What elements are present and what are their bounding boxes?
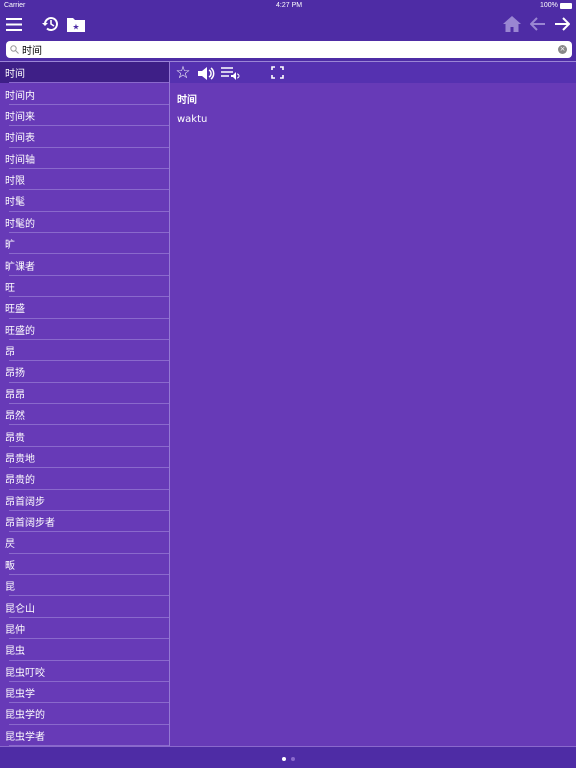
- top-bar: Carrier 4:27 PM 100% ★ 时间 ×: [0, 0, 576, 62]
- list-item[interactable]: 旺盛的: [0, 319, 169, 341]
- list-item[interactable]: 昂然: [0, 404, 169, 426]
- time: 4:27 PM: [276, 2, 303, 9]
- list-item[interactable]: 时间来: [0, 105, 169, 127]
- entry-content: 时间 waktu: [177, 91, 207, 133]
- search-icon: [10, 45, 19, 54]
- search-value: 时间: [22, 46, 42, 57]
- list-item[interactable]: 旺: [0, 276, 169, 298]
- back-arrow-icon[interactable]: [529, 15, 547, 33]
- entry-toolbar: ☆: [170, 62, 576, 83]
- list-item[interactable]: 昆仑山: [0, 596, 169, 619]
- page-dot-active[interactable]: [282, 757, 286, 761]
- clear-search-icon[interactable]: ×: [558, 45, 567, 54]
- list-item[interactable]: 昂扬: [0, 361, 169, 384]
- list-item[interactable]: 时髦的: [0, 212, 169, 234]
- history-icon[interactable]: [40, 14, 60, 34]
- word-list[interactable]: 时间 时间内 时间来 时间表 时间轴 时限 时髦 时髦的旷旷课者旺旺盛 旺盛的昂昂扬 昂昂 昂然 昂贵…: [0, 62, 169, 746]
- entry-translation: waktu: [177, 114, 208, 125]
- list-item[interactable]: 昂首阔步者: [0, 511, 169, 533]
- list-item[interactable]: 昆虫叮咬: [0, 661, 169, 683]
- list-item[interactable]: 时间轴: [0, 148, 169, 170]
- speak-list-icon[interactable]: [220, 64, 240, 82]
- list-item[interactable]: 昃: [0, 532, 169, 555]
- list-item[interactable]: 昆虫学者: [0, 725, 169, 746]
- forward-arrow-icon[interactable]: [553, 15, 571, 33]
- list-item[interactable]: 昂: [0, 340, 169, 362]
- list-item[interactable]: 时髦: [0, 190, 169, 213]
- list-item[interactable]: 时间内: [0, 83, 169, 106]
- list-item[interactable]: 昂贵地: [0, 447, 169, 469]
- list-item[interactable]: 昂首阔步: [0, 490, 169, 512]
- list-item[interactable]: 昆: [0, 575, 169, 597]
- list-item[interactable]: 时间表: [0, 126, 169, 148]
- list-item[interactable]: 旷课者: [0, 254, 169, 277]
- status-bar: Carrier 4:27 PM 100%: [0, 0, 576, 12]
- pane-divider: [169, 62, 170, 746]
- carrier: Carrier: [4, 2, 26, 9]
- list-item[interactable]: 昂贵的: [0, 468, 169, 490]
- list-item[interactable]: 时间: [0, 62, 169, 84]
- page-dot[interactable]: [291, 757, 295, 761]
- home-icon[interactable]: [503, 15, 521, 33]
- bookmark-folder-icon[interactable]: ★: [66, 15, 85, 33]
- battery-icon: [560, 3, 572, 9]
- bottom-bar: [0, 746, 576, 768]
- list-item[interactable]: 时限: [0, 169, 169, 191]
- speaker-icon[interactable]: [197, 64, 215, 82]
- fullscreen-icon[interactable]: [270, 65, 284, 79]
- list-item[interactable]: 昂昂: [0, 383, 169, 405]
- search-input[interactable]: 时间 ×: [6, 41, 572, 58]
- menu-icon[interactable]: [5, 16, 23, 32]
- list-item[interactable]: 昆虫学: [0, 682, 169, 704]
- list-item[interactable]: 昆虫学的: [0, 703, 169, 726]
- list-item[interactable]: 昂贵: [0, 425, 169, 448]
- list-item[interactable]: 畈: [0, 554, 169, 576]
- list-item[interactable]: 旺盛: [0, 297, 169, 319]
- entry-word: 时间: [177, 95, 197, 106]
- favorite-star-icon[interactable]: ☆: [174, 63, 192, 83]
- svg-text:★: ★: [72, 22, 79, 31]
- list-item[interactable]: 昆仲: [0, 618, 169, 640]
- list-item[interactable]: 昆虫: [0, 639, 169, 661]
- list-item[interactable]: 旷: [0, 233, 169, 255]
- battery: 100%: [540, 2, 558, 9]
